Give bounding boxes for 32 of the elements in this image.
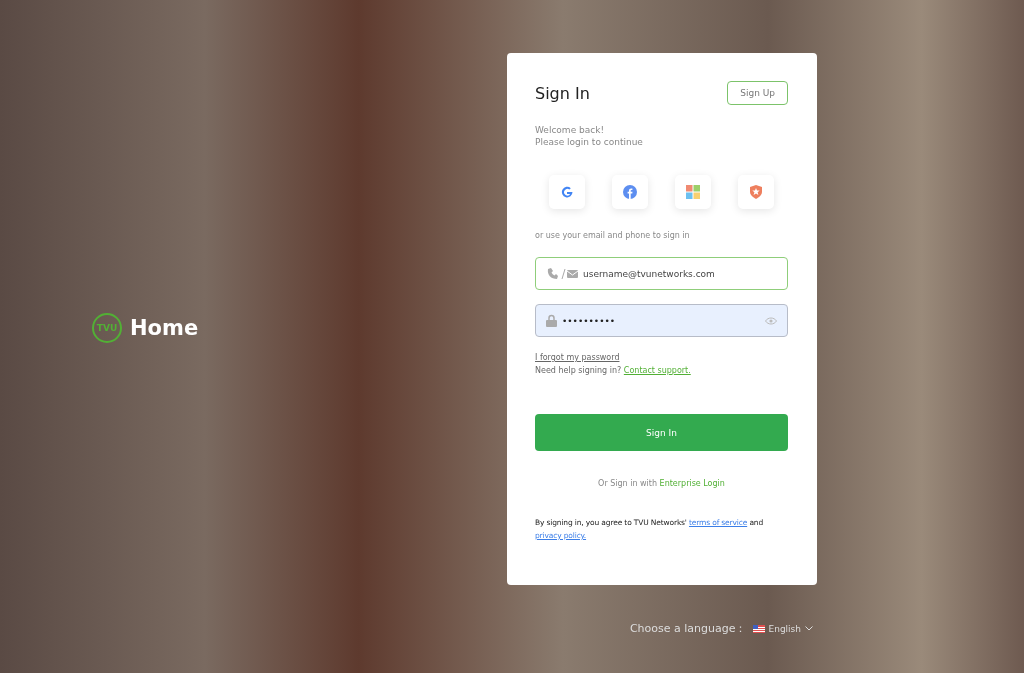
social-login-button[interactable] [611, 175, 648, 209]
language-label: Choose a language： [629, 621, 747, 636]
sign-up-button[interactable]: Sign Up [727, 81, 788, 105]
help-text: Need help signing in? Contact support. [535, 366, 692, 375]
enterprise-text: Or Sign in with Enterprise Login [597, 479, 726, 488]
password-field[interactable]: •••••••••• [535, 304, 788, 337]
phone-mail-icon [546, 267, 578, 280]
enterprise-login-link[interactable]: Enterprise Login [659, 479, 725, 488]
lock-icon [546, 314, 557, 327]
password-input[interactable]: •••••••••• [562, 315, 760, 326]
forgot-password-link[interactable]: I forgot my password [535, 353, 620, 362]
facebook-icon [622, 185, 637, 199]
chevron-down-icon [805, 626, 813, 631]
flag-icon [752, 624, 765, 633]
eye-icon[interactable] [765, 316, 777, 325]
language-select[interactable]: English [752, 623, 813, 634]
contact-support-link[interactable]: Contact support. [623, 366, 691, 375]
social-login-button[interactable] [548, 175, 585, 209]
windows-icon [686, 185, 701, 199]
social-login-button[interactable] [738, 175, 775, 209]
social-login-button[interactable] [675, 175, 712, 209]
welcome-text: Welcome back! [535, 125, 606, 135]
card-title: Sign In [535, 83, 590, 103]
google-icon [559, 185, 574, 199]
divider-text: or use your email and phone to sign in [535, 231, 691, 240]
shield-star-icon [749, 185, 764, 199]
subtitle-text: Please login to continue [535, 137, 644, 147]
username-field[interactable]: username@tvunetworks.com [535, 257, 788, 290]
logo: TVU [92, 312, 122, 343]
sign-in-button[interactable]: Sign In [535, 414, 788, 451]
username-input[interactable]: username@tvunetworks.com [583, 268, 777, 279]
home-title: Home [130, 315, 199, 340]
